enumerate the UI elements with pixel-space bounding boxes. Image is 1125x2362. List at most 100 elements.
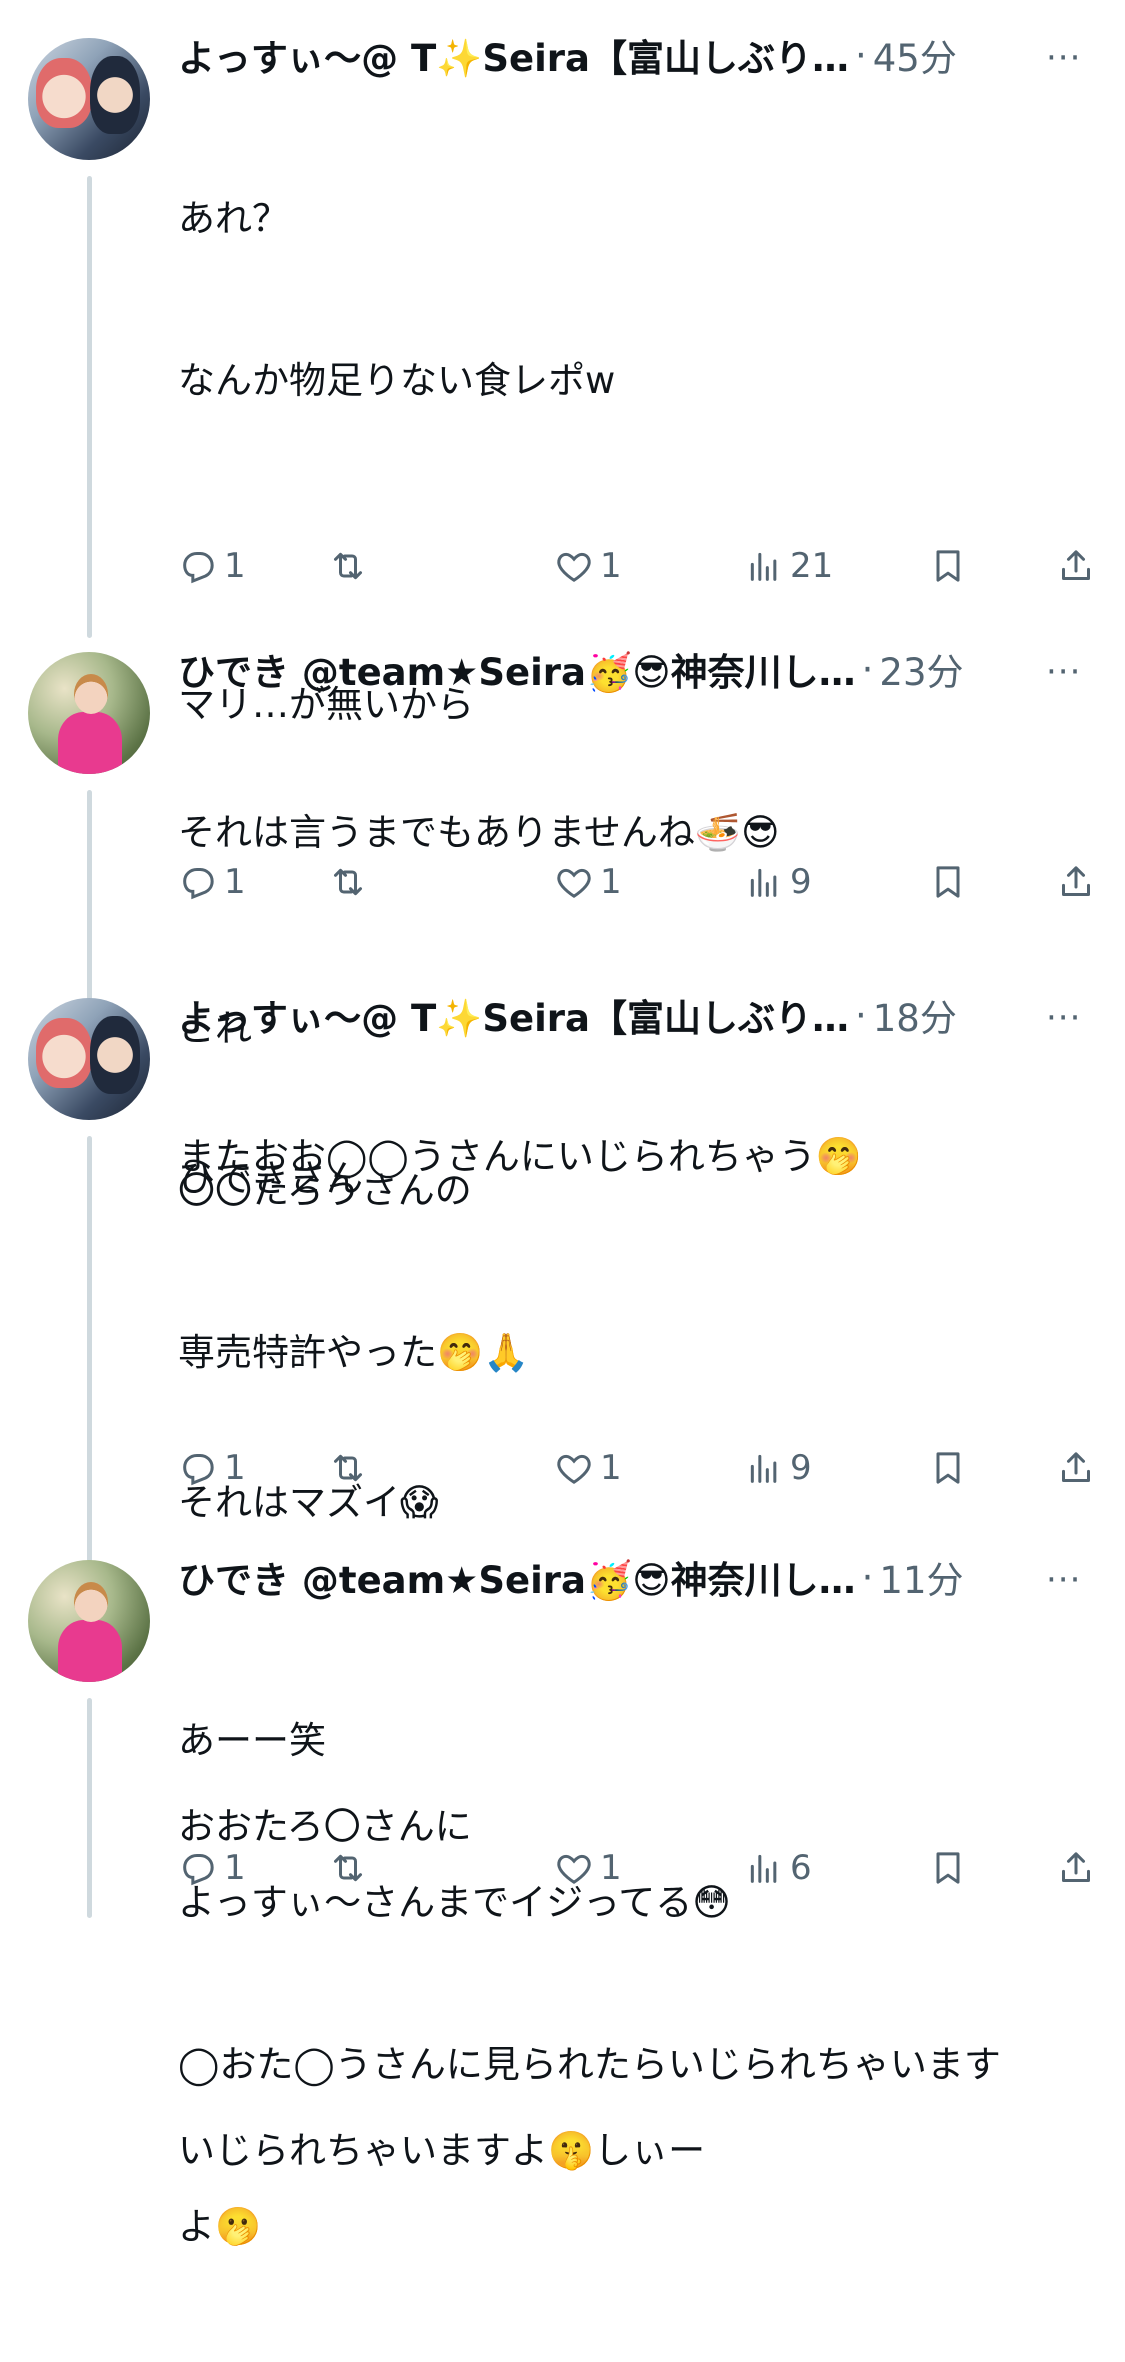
tweet-text-line bbox=[178, 1314, 1068, 1368]
tweet-header: ひでき @team★Seira🥳😎神奈川し… · 11分 bbox=[178, 1550, 1068, 1604]
bookmark-button[interactable] bbox=[928, 1448, 968, 1488]
tweet-header: よっすぃ〜@ T✨Seira【富山しぶり… · 45分 bbox=[178, 28, 1068, 82]
timestamp[interactable]: 18分 bbox=[873, 988, 957, 1042]
tweet-header: よっすぃ〜@ T✨Seira【富山しぶり… · 18分 bbox=[178, 988, 1068, 1042]
timestamp[interactable]: 23分 bbox=[879, 642, 963, 696]
tweet-text: あーー笑 よっすぃ〜さんまでイジってる😳 ◯おた◯うさんに見られたらいじられちゃ… bbox=[178, 1606, 1068, 2362]
reply-icon bbox=[183, 1454, 214, 1486]
reply-thread: よっすぃ〜@ T✨Seira【富山しぶり… · 45分 ··· あれ？ なんか物… bbox=[0, 0, 1125, 2248]
bookmark-button[interactable] bbox=[928, 546, 968, 586]
reply-count: 1 bbox=[224, 862, 246, 902]
retweet-button[interactable] bbox=[328, 862, 374, 902]
tweet-actions: 1 1 6 bbox=[178, 1848, 1090, 1896]
reply-icon bbox=[183, 1854, 214, 1886]
like-count: 1 bbox=[600, 1448, 622, 1488]
thread-connector-line bbox=[87, 1698, 92, 1918]
retweet-button[interactable] bbox=[328, 1848, 374, 1888]
tweet-text-line: それは言うまでもありませんね🍜😎 bbox=[178, 811, 780, 854]
author-name[interactable]: よっすぃ〜@ T✨Seira【富山しぶり… bbox=[178, 988, 849, 1042]
avatar[interactable] bbox=[28, 1560, 150, 1682]
share-button[interactable] bbox=[1056, 1448, 1096, 1488]
separator-dot: · bbox=[861, 1555, 874, 1599]
bookmark-icon bbox=[936, 1852, 960, 1884]
bookmark-icon bbox=[936, 866, 960, 898]
separator-dot: · bbox=[854, 993, 867, 1037]
share-button[interactable] bbox=[1056, 862, 1096, 902]
bookmark-icon bbox=[936, 1452, 960, 1484]
timestamp[interactable]: 11分 bbox=[879, 1550, 963, 1604]
views-icon bbox=[750, 552, 777, 581]
views-count: 9 bbox=[790, 862, 812, 902]
tweet-text-line: よ🫢 bbox=[178, 2205, 262, 2248]
like-button[interactable]: 1 bbox=[554, 1448, 622, 1488]
reply-button[interactable]: 1 bbox=[178, 1448, 246, 1488]
views-icon bbox=[750, 868, 777, 897]
retweet-button[interactable] bbox=[328, 1448, 374, 1488]
views-count: 21 bbox=[790, 546, 834, 586]
more-options-icon[interactable]: ··· bbox=[1046, 1560, 1081, 1600]
retweet-icon bbox=[334, 868, 362, 896]
reply-count: 1 bbox=[224, 1448, 246, 1488]
tweet-text-line: あれ？ bbox=[178, 197, 289, 240]
retweet-icon bbox=[334, 1454, 362, 1482]
share-icon bbox=[1062, 550, 1090, 580]
reply-button[interactable]: 1 bbox=[178, 546, 246, 586]
bookmark-button[interactable] bbox=[928, 1848, 968, 1888]
like-button[interactable]: 1 bbox=[554, 862, 622, 902]
avatar[interactable] bbox=[28, 998, 150, 1120]
share-icon bbox=[1062, 1852, 1090, 1882]
views-count: 6 bbox=[790, 1848, 812, 1888]
like-count: 1 bbox=[600, 546, 622, 586]
like-button[interactable]: 1 bbox=[554, 1848, 622, 1888]
tweet-actions: 1 1 9 bbox=[178, 862, 1090, 910]
views-button[interactable]: 6 bbox=[744, 1848, 812, 1888]
bookmark-button[interactable] bbox=[928, 862, 968, 902]
retweet-icon bbox=[334, 1854, 362, 1882]
timestamp[interactable]: 45分 bbox=[873, 28, 957, 82]
tweet-text-line: ひできさん bbox=[178, 1157, 363, 1200]
more-options-icon[interactable]: ··· bbox=[1046, 652, 1081, 692]
views-button[interactable]: 9 bbox=[744, 1448, 812, 1488]
heart-icon bbox=[557, 1454, 591, 1484]
views-button[interactable]: 9 bbox=[744, 862, 812, 902]
more-options-icon[interactable]: ··· bbox=[1046, 38, 1081, 78]
views-icon bbox=[750, 1854, 777, 1883]
like-count: 1 bbox=[600, 1848, 622, 1888]
tweet-text-line: あーー笑 bbox=[178, 1719, 326, 1762]
retweet-icon bbox=[334, 552, 362, 580]
author-name[interactable]: よっすぃ〜@ T✨Seira【富山しぶり… bbox=[178, 28, 849, 82]
views-button[interactable]: 21 bbox=[744, 546, 833, 586]
views-icon bbox=[750, 1454, 777, 1483]
tweet-text-line: ◯おた◯うさんに見られたらいじられちゃいます bbox=[178, 2043, 1001, 2086]
share-button[interactable] bbox=[1056, 546, 1096, 586]
more-options-icon[interactable]: ··· bbox=[1046, 998, 1081, 1038]
like-count: 1 bbox=[600, 862, 622, 902]
share-button[interactable] bbox=[1056, 1848, 1096, 1888]
like-button[interactable]: 1 bbox=[554, 546, 622, 586]
reply-icon bbox=[183, 552, 214, 584]
tweet-header: ひでき @team★Seira🥳😎神奈川し… · 23分 bbox=[178, 642, 1068, 696]
share-icon bbox=[1062, 866, 1090, 896]
tweet-text-line: なんか物足りない食レポw bbox=[178, 359, 616, 402]
tweet-actions: 1 1 21 bbox=[178, 546, 1090, 594]
reply-count: 1 bbox=[224, 546, 246, 586]
views-count: 9 bbox=[790, 1448, 812, 1488]
heart-icon bbox=[557, 552, 591, 582]
avatar[interactable] bbox=[28, 652, 150, 774]
thread-connector-line bbox=[87, 176, 92, 638]
separator-dot: · bbox=[861, 647, 874, 691]
reply-icon bbox=[183, 868, 214, 900]
heart-icon bbox=[557, 868, 591, 898]
reply-count: 1 bbox=[224, 1848, 246, 1888]
separator-dot: · bbox=[854, 33, 867, 77]
author-name[interactable]: ひでき @team★Seira🥳😎神奈川し… bbox=[178, 642, 856, 696]
author-name[interactable]: ひでき @team★Seira🥳😎神奈川し… bbox=[178, 1550, 856, 1604]
share-icon bbox=[1062, 1452, 1090, 1482]
reply-button[interactable]: 1 bbox=[178, 1848, 246, 1888]
bookmark-icon bbox=[936, 550, 960, 582]
tweet-actions: 1 1 9 bbox=[178, 1448, 1090, 1496]
reply-button[interactable]: 1 bbox=[178, 862, 246, 902]
heart-icon bbox=[557, 1854, 591, 1884]
avatar[interactable] bbox=[28, 38, 150, 160]
retweet-button[interactable] bbox=[328, 546, 374, 586]
